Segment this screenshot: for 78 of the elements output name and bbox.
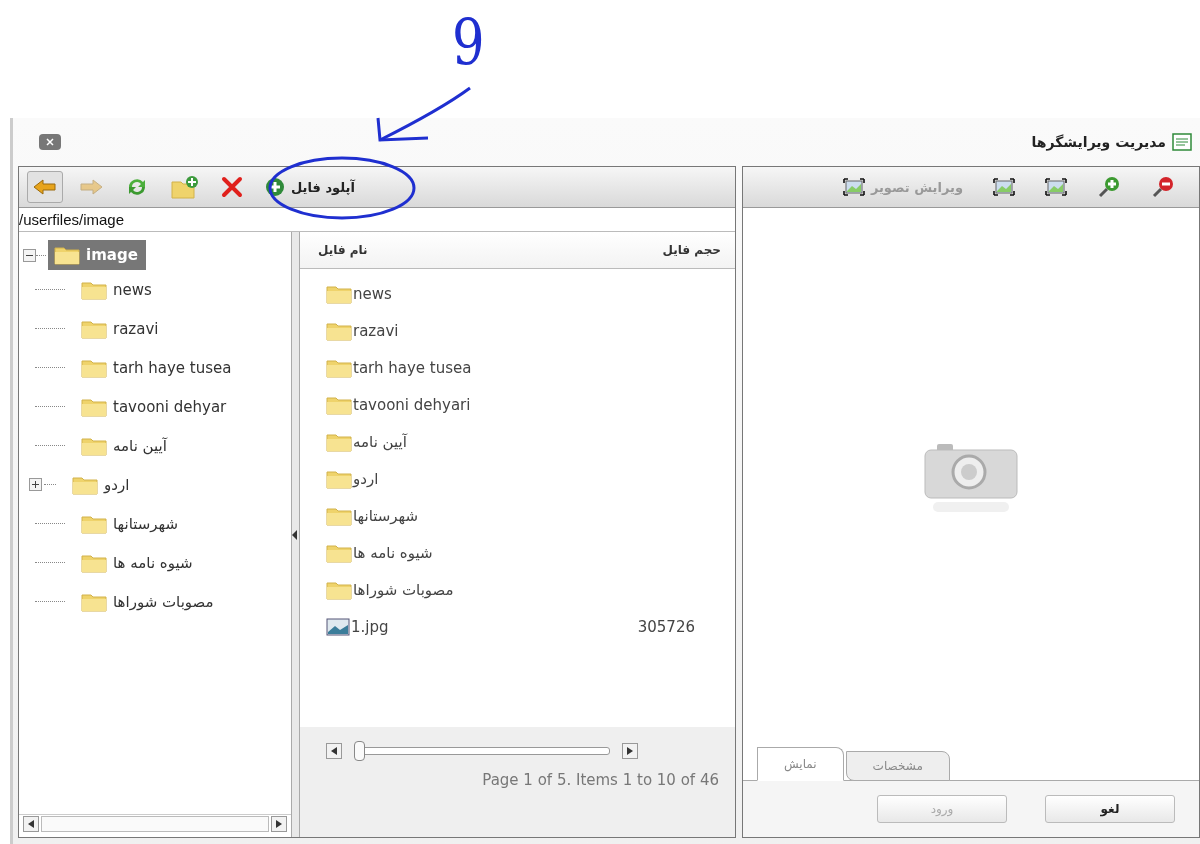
file-item[interactable]: مصوبات شوراها <box>326 579 454 600</box>
arrow-left-icon <box>33 178 57 196</box>
folder-icon <box>326 505 352 526</box>
file-item[interactable]: شیوه نامه ها <box>326 542 433 563</box>
fit-image-icon <box>1045 178 1067 196</box>
file-item[interactable]: اردو <box>326 468 379 489</box>
file-item[interactable]: razavi <box>326 320 399 341</box>
file-item[interactable]: شهرستانها <box>326 505 419 526</box>
column-header[interactable]: نام فایل <box>318 243 368 257</box>
zoom-in-icon <box>1097 175 1121 199</box>
folder-icon <box>326 431 352 452</box>
page-slider[interactable] <box>354 741 610 761</box>
folder-icon <box>326 579 352 600</box>
file-item[interactable]: 1.jpg <box>326 616 389 637</box>
folder-icon <box>326 394 352 415</box>
close-button[interactable] <box>39 134 61 150</box>
upload-button[interactable]: آپلود فایل <box>259 171 361 203</box>
folder-icon <box>72 474 98 495</box>
previous-page-button[interactable] <box>326 743 342 759</box>
folder-icon <box>81 435 107 456</box>
arrow-left-button[interactable] <box>27 171 63 203</box>
folder-icon <box>81 318 107 339</box>
tree-item[interactable]: شهرستانها <box>75 508 187 539</box>
delete-icon <box>221 176 243 198</box>
folder-icon <box>326 357 352 378</box>
tree-item[interactable]: اردو <box>66 469 138 500</box>
tab[interactable]: نمایش <box>757 747 844 781</box>
file-size: 305726 <box>637 617 695 636</box>
folder-icon <box>81 591 107 612</box>
tree-item[interactable]: آیین نامه <box>75 430 175 461</box>
zoom-out-icon <box>1151 175 1175 199</box>
folder-icon <box>81 513 107 534</box>
window-title: مدیریت ویرایشگرها <box>1031 134 1166 150</box>
window-icon <box>1172 133 1192 151</box>
scroll-left-button[interactable] <box>23 816 39 832</box>
image-frame-icon <box>842 178 865 196</box>
plus-circle-icon <box>265 177 285 197</box>
arrow-right-icon <box>79 178 103 196</box>
new-folder-icon <box>171 175 199 199</box>
folder-icon <box>326 320 352 341</box>
collapse-toggle[interactable] <box>23 248 36 262</box>
arrow-left-icon <box>28 820 34 828</box>
arrow-right-icon <box>276 820 282 828</box>
dialog-button[interactable]: لغو <box>1045 795 1175 823</box>
arrow-left-icon <box>331 747 337 755</box>
tree-item[interactable]: image <box>48 240 146 270</box>
page-status: Page 1 of 5. Items 1 to 10 of 46 <box>482 771 719 789</box>
file-item[interactable]: tavooni dehyari <box>326 394 471 415</box>
column-header[interactable]: حجم فایل <box>662 243 721 257</box>
folder-icon <box>81 552 107 573</box>
splitter-handle[interactable] <box>292 232 300 837</box>
annotation-number: 9 <box>452 6 485 80</box>
folder-icon <box>326 468 352 489</box>
close-icon <box>46 138 54 146</box>
image-file-icon <box>326 616 350 637</box>
folder-icon <box>326 542 352 563</box>
folder-icon <box>81 279 107 300</box>
image-frame-icon <box>993 178 1015 196</box>
folder-icon <box>326 283 352 304</box>
scroll-right-button[interactable] <box>271 816 287 832</box>
next-page-button[interactable] <box>622 743 638 759</box>
file-item[interactable]: tarh haye tusea <box>326 357 472 378</box>
tree-item[interactable]: tarh haye tusea <box>75 352 240 383</box>
tree-item[interactable]: razavi <box>75 313 167 344</box>
expand-toggle[interactable] <box>29 478 42 491</box>
folder-icon <box>81 396 107 417</box>
folder-icon <box>81 357 107 378</box>
tree-item[interactable]: شیوه نامه ها <box>75 547 201 578</box>
tree-item[interactable]: tavooni dehyar <box>75 391 235 422</box>
tree-item[interactable]: مصوبات شوراها <box>75 586 222 617</box>
slider-thumb[interactable] <box>354 741 365 761</box>
file-item[interactable]: آیین نامه <box>326 431 407 452</box>
file-item[interactable]: news <box>326 283 392 304</box>
plus-icon <box>32 481 39 488</box>
scrollbar-track[interactable] <box>41 816 269 832</box>
folder-icon <box>54 245 80 265</box>
tree-item[interactable]: news <box>75 274 160 305</box>
arrow-right-icon <box>627 747 633 755</box>
